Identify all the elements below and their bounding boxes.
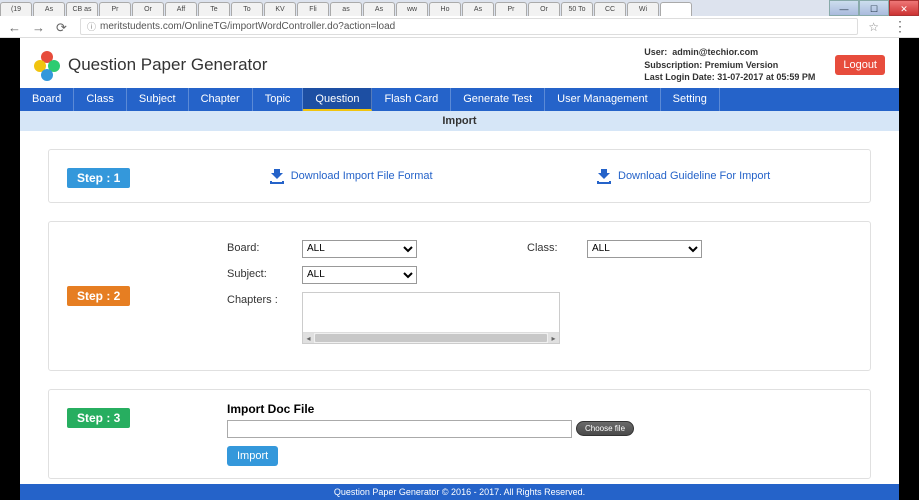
browser-tab[interactable]: ww	[396, 2, 428, 16]
back-icon[interactable]: ←	[8, 20, 22, 34]
browser-tab[interactable]: Te	[198, 2, 230, 16]
class-label: Class:	[527, 240, 587, 254]
brand: Question Paper Generator	[34, 51, 267, 79]
nav-user-management[interactable]: User Management	[545, 88, 661, 111]
step-3-panel: Step : 3 Import Doc File Choose file Imp…	[48, 389, 871, 479]
close-window-button[interactable]: ✕	[889, 0, 919, 16]
choose-file-button[interactable]: Choose file	[576, 421, 634, 436]
nav-subject[interactable]: Subject	[127, 88, 189, 111]
browser-tab[interactable]	[660, 2, 692, 16]
browser-tab[interactable]: As	[363, 2, 395, 16]
bookmark-icon[interactable]: ☆	[868, 20, 879, 34]
scroll-thumb[interactable]	[315, 334, 547, 342]
scroll-left-icon[interactable]: ◂	[303, 333, 314, 343]
main-nav: BoardClassSubjectChapterTopicQuestionFla…	[20, 88, 899, 111]
forward-icon[interactable]: →	[32, 20, 46, 34]
import-title: Import Doc File	[227, 402, 852, 416]
maximize-button[interactable]: ☐	[859, 0, 889, 16]
nav-board[interactable]: Board	[20, 88, 74, 111]
user-meta: User: admin@techior.com Subscription: Pr…	[644, 46, 815, 84]
browser-tab[interactable]: As	[462, 2, 494, 16]
download-icon	[596, 168, 612, 184]
nav-class[interactable]: Class	[74, 88, 127, 111]
brand-title: Question Paper Generator	[68, 55, 267, 75]
step-1-badge: Step : 1	[67, 168, 130, 188]
logout-button[interactable]: Logout	[835, 55, 885, 75]
nav-chapter[interactable]: Chapter	[189, 88, 253, 111]
nav-setting[interactable]: Setting	[661, 88, 720, 111]
browser-tab[interactable]: Wi	[627, 2, 659, 16]
browser-tab[interactable]: Or	[528, 2, 560, 16]
horizontal-scrollbar[interactable]: ◂ ▸	[303, 332, 559, 343]
nav-topic[interactable]: Topic	[253, 88, 304, 111]
step-2-panel: Step : 2 Board: ALL Class: ALL Subject: …	[48, 221, 871, 371]
browser-tab[interactable]: Pr	[99, 2, 131, 16]
browser-tab[interactable]: Pr	[495, 2, 527, 16]
browser-tab[interactable]: As	[33, 2, 65, 16]
browser-tab[interactable]: 50 To	[561, 2, 593, 16]
browser-tab[interactable]: CB as	[66, 2, 98, 16]
download-guideline-link[interactable]: Download Guideline For Import	[596, 168, 770, 184]
browser-tab[interactable]: Aff	[165, 2, 197, 16]
nav-flash-card[interactable]: Flash Card	[372, 88, 451, 111]
browser-tab[interactable]: To	[231, 2, 263, 16]
nav-generate-test[interactable]: Generate Test	[451, 88, 545, 111]
subject-label: Subject:	[227, 266, 302, 280]
minimize-button[interactable]: —	[829, 0, 859, 16]
browser-tab[interactable]: (19	[0, 2, 32, 16]
subject-select[interactable]: ALL	[302, 266, 417, 284]
logo-icon	[34, 51, 62, 79]
browser-tab[interactable]: KV	[264, 2, 296, 16]
download-format-link[interactable]: Download Import File Format	[269, 168, 433, 184]
menu-icon[interactable]: ⋮	[889, 18, 911, 35]
browser-tabs: (19AsCB asPrOrAffTeToKVFliasAswwHoAsPrOr…	[0, 0, 919, 16]
step-2-badge: Step : 2	[67, 286, 130, 306]
step-1-panel: Step : 1 Download Import File Format Dow…	[48, 149, 871, 203]
page-header: Question Paper Generator User: admin@tec…	[20, 38, 899, 88]
class-select[interactable]: ALL	[587, 240, 702, 258]
url-bar: ← → ⟳ ⓘ meritstudents.com/OnlineTG/impor…	[0, 16, 919, 38]
url-text: meritstudents.com/OnlineTG/importWordCon…	[100, 21, 395, 32]
browser-tab[interactable]: CC	[594, 2, 626, 16]
board-select[interactable]: ALL	[302, 240, 417, 258]
address-field[interactable]: ⓘ meritstudents.com/OnlineTG/importWordC…	[80, 18, 858, 35]
footer: Question Paper Generator © 2016 - 2017. …	[20, 484, 899, 500]
page-title: Import	[20, 111, 899, 131]
nav-question[interactable]: Question	[303, 88, 372, 111]
board-label: Board:	[227, 240, 302, 254]
file-path-input[interactable]	[227, 420, 572, 438]
browser-tab[interactable]: Or	[132, 2, 164, 16]
window-controls: — ☐ ✕	[829, 0, 919, 16]
reload-icon[interactable]: ⟳	[56, 20, 70, 34]
browser-tab[interactable]: Ho	[429, 2, 461, 16]
scroll-right-icon[interactable]: ▸	[548, 333, 559, 343]
chapters-listbox[interactable]: ◂ ▸	[302, 292, 560, 344]
browser-tab[interactable]: Fli	[297, 2, 329, 16]
import-button[interactable]: Import	[227, 446, 278, 466]
download-icon	[269, 168, 285, 184]
info-icon: ⓘ	[87, 20, 96, 33]
chapters-label: Chapters :	[227, 292, 302, 306]
browser-tab[interactable]: as	[330, 2, 362, 16]
step-3-badge: Step : 3	[67, 408, 130, 428]
